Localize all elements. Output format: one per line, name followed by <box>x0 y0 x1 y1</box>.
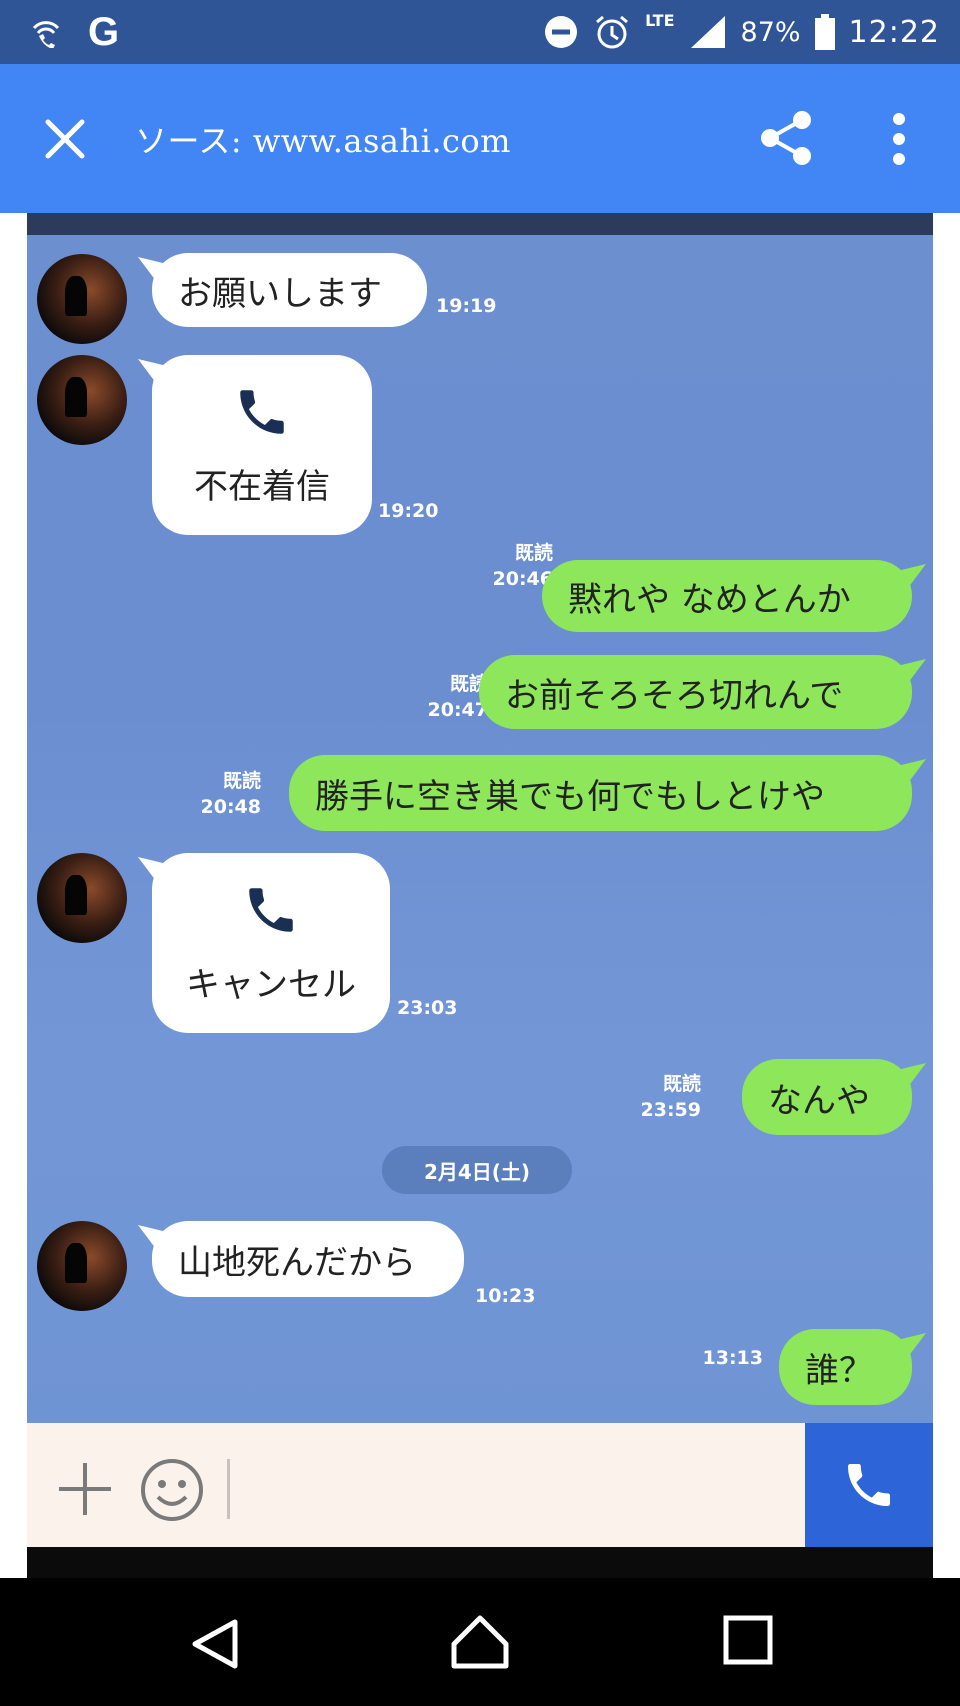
clock: 12:22 <box>848 14 940 50</box>
message-text: なんや <box>768 1080 870 1121</box>
date-separator: 2月4日(土) <box>382 1146 572 1194</box>
call-status-text: 不在着信 <box>194 466 330 507</box>
avatar <box>37 254 127 344</box>
message-time: 19:20 <box>378 500 439 522</box>
phone-icon <box>249 887 293 932</box>
signal-icon <box>690 16 725 48</box>
battery-percent: 87% <box>740 16 801 48</box>
avatar <box>37 853 127 943</box>
image-content: お願いします 19:19 不在着信 19:20 既読 20:46 黙れや なめと… <box>0 213 960 1578</box>
message-text: 山地死んだから <box>178 1242 416 1283</box>
dnd-icon <box>545 16 578 48</box>
message-text: お前そろそろ切れんで <box>505 675 844 716</box>
network-type: LTE <box>645 10 675 30</box>
avatar <box>37 1221 127 1311</box>
screenshot-bottom-edge <box>27 1547 933 1578</box>
smile-icon <box>141 1459 203 1521</box>
message-time: 23:59 <box>640 1099 701 1121</box>
plus-icon <box>59 1463 111 1515</box>
message-time: 19:19 <box>436 295 497 317</box>
chat-input-bar <box>27 1423 933 1547</box>
phone-icon <box>240 389 284 434</box>
outgoing-message: なんや <box>742 1059 912 1135</box>
message-text: お願いします <box>178 273 382 314</box>
incoming-message: 山地死んだから <box>152 1221 464 1297</box>
cancelled-call-bubble: キャンセル <box>152 853 390 1033</box>
recents-icon[interactable] <box>722 1614 774 1666</box>
text-caret <box>227 1459 230 1519</box>
incoming-message: お願いします <box>152 253 427 327</box>
alarm-icon <box>596 15 629 49</box>
chat-screenshot: お願いします 19:19 不在着信 19:20 既読 20:46 黙れや なめと… <box>27 213 933 1423</box>
outgoing-message: 誰？ <box>779 1329 912 1405</box>
source-title: ソース: www.asahi.com <box>135 122 512 160</box>
chat-top-strip <box>27 213 933 235</box>
read-receipt: 既読 20:48 <box>201 768 261 820</box>
outgoing-message: 黙れや なめとんか <box>542 560 912 632</box>
more-options-icon[interactable] <box>884 112 914 166</box>
wifi-call-icon <box>32 21 60 48</box>
message-time: 20:48 <box>200 796 261 818</box>
message-text: 黙れや なめとんか <box>568 579 851 620</box>
message-time: 23:03 <box>397 997 458 1019</box>
read-label: 既読 <box>222 770 261 792</box>
back-icon[interactable] <box>185 1616 245 1672</box>
phone-icon <box>848 1464 890 1506</box>
outgoing-message: お前そろそろ切れんで <box>479 655 912 729</box>
call-button <box>805 1423 933 1547</box>
message-text: 勝手に空き巣でも何でもしとけや <box>315 776 825 817</box>
home-icon[interactable] <box>450 1612 510 1672</box>
message-text: 誰？ <box>805 1350 873 1391</box>
call-status-text: キャンセル <box>186 964 356 1005</box>
message-time: 13:13 <box>702 1347 763 1369</box>
app-bar: ソース: www.asahi.com <box>0 64 960 213</box>
outgoing-message: 勝手に空き巣でも何でもしとけや <box>289 755 912 831</box>
read-receipt: 既読 23:59 <box>641 1071 701 1123</box>
missed-call-bubble: 不在着信 <box>152 355 372 535</box>
message-time: 10:23 <box>475 1285 536 1307</box>
status-left: G <box>30 8 119 56</box>
status-bar: G LTE 87% 12:22 <box>0 0 960 64</box>
status-right: LTE 87% 12:22 <box>543 8 940 56</box>
navigation-bar <box>0 1578 960 1706</box>
share-icon[interactable] <box>756 108 816 168</box>
read-label: 既読 <box>662 1073 701 1095</box>
battery-icon <box>814 14 835 50</box>
close-icon[interactable] <box>40 114 90 164</box>
read-label: 既読 <box>514 542 553 564</box>
avatar <box>37 355 127 445</box>
google-icon: G <box>88 9 120 54</box>
